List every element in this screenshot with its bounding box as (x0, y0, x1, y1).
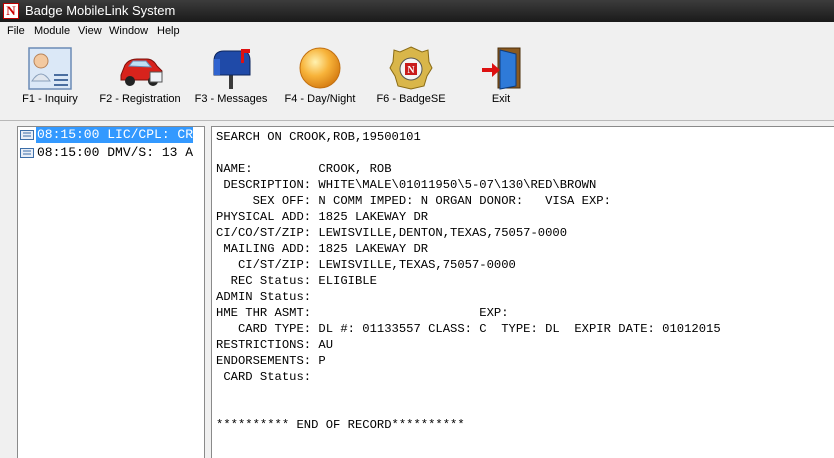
record-line: DESCRIPTION: WHITE\MALE\01011950\5-07\13… (216, 178, 597, 192)
record-line: CI/ST/ZIP: LEWISVILLE,TEXAS,75057-0000 (216, 258, 516, 272)
window-title: Badge MobileLink System (25, 3, 176, 18)
record-line (216, 385, 721, 401)
tree-item-label: 08:15:00 DMV/S: 13 A (37, 145, 194, 160)
record-line: RESTRICTIONS: AU (216, 338, 334, 352)
record-line (216, 401, 721, 417)
record-line: CARD TYPE: DL #: 01133557 CLASS: C TYPE:… (216, 322, 721, 336)
record-line: HME THR ASMT: EXP: (216, 306, 509, 320)
day-night-label: F4 - Day/Night (284, 93, 356, 105)
record-text: SEARCH ON CROOK,ROB,19500101 NAME: CROOK… (216, 129, 721, 433)
day-night-button[interactable]: F4 - Day/Night (278, 41, 362, 119)
record-line: ADMIN Status: (216, 290, 312, 304)
registration-button[interactable]: F2 - Registration (92, 41, 188, 119)
record-line: ENDORSEMENTS: P (216, 354, 326, 368)
record-line: SEX OFF: N COMM IMPED: N ORGAN DONOR: VI… (216, 194, 611, 208)
record-detail-pane[interactable]: SEARCH ON CROOK,ROB,19500101 NAME: CROOK… (211, 126, 834, 458)
menu-window[interactable]: Window (109, 24, 148, 39)
record-line: MAILING ADD: 1825 LAKEWAY DR (216, 242, 429, 256)
exit-door-icon (482, 47, 521, 90)
menu-view[interactable]: View (78, 24, 102, 39)
record-line: PHYSICAL ADD: 1825 LAKEWAY DR (216, 210, 429, 224)
mailbox-icon (213, 49, 251, 89)
inquiry-button[interactable]: F1 - Inquiry (14, 41, 86, 119)
registration-label: F2 - Registration (99, 93, 181, 105)
record-icon (20, 148, 34, 158)
record-line: CARD Status: (216, 370, 312, 384)
tree-item[interactable]: 08:15:00 LIC/CPL: CR (19, 127, 204, 143)
exit-button[interactable]: Exit (470, 41, 532, 119)
exit-label: Exit (491, 93, 511, 105)
messages-label: F3 - Messages (194, 93, 268, 105)
messages-button[interactable]: F3 - Messages (193, 41, 269, 119)
record-icon (20, 130, 34, 140)
title-bar: N Badge MobileLink System (0, 0, 834, 22)
sun-icon (299, 47, 341, 89)
badgese-label: F6 - BadgeSE (376, 93, 446, 105)
menu-file[interactable]: File (7, 24, 25, 39)
record-line: REC Status: ELIGIBLE (216, 274, 377, 288)
inquiry-label: F1 - Inquiry (22, 93, 78, 105)
car-icon (120, 58, 163, 86)
menu-module[interactable]: Module (34, 24, 70, 39)
menu-help[interactable]: Help (157, 24, 180, 39)
badge-icon: N (389, 46, 433, 90)
record-line: ********** END OF RECORD********** (216, 418, 465, 432)
record-line: CI/CO/ST/ZIP: LEWISVILLE,DENTON,TEXAS,75… (216, 226, 568, 240)
person-document-icon (28, 47, 72, 90)
tree-item[interactable]: 08:15:00 DMV/S: 13 A (19, 145, 204, 161)
results-tree[interactable]: 08:15:00 LIC/CPL: CR 08:15:00 DMV/S: 13 … (17, 126, 205, 458)
badgese-button[interactable]: N F6 - BadgeSE (372, 41, 450, 119)
app-logo-icon[interactable]: N (3, 3, 19, 19)
app-logo-glyph: N (6, 3, 16, 18)
svg-text:N: N (407, 65, 415, 76)
record-line: SEARCH ON CROOK,ROB,19500101 (216, 130, 421, 144)
tree-item-label: 08:15:00 LIC/CPL: CR (36, 127, 194, 143)
toolbar: F1 - Inquiry F2 - Registration F3 - Mess… (0, 41, 834, 121)
menu-bar: File Module View Window Help (0, 22, 834, 41)
record-line: NAME: CROOK, ROB (216, 162, 392, 176)
record-line (216, 145, 721, 161)
